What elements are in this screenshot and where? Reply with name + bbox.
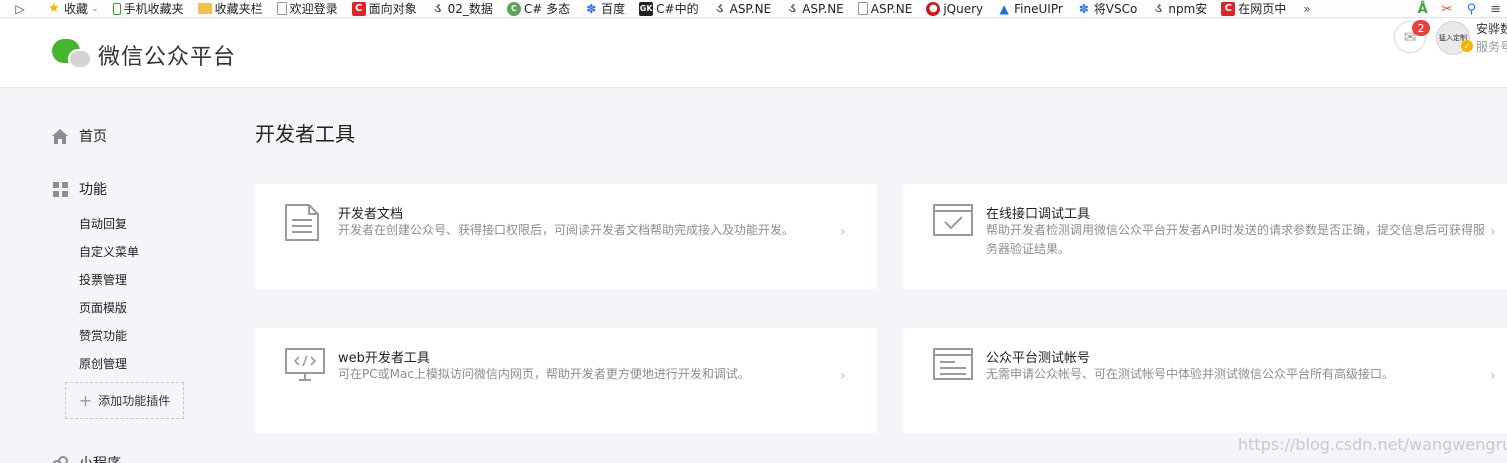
sidebar-subitem[interactable]: 投票管理 [79,271,127,288]
paw-icon: ✽ [586,1,597,16]
swirl-icon: ડ [716,1,724,16]
grid-icon [52,181,68,197]
bookmark-item[interactable]: ASP.NE [851,0,920,17]
swirl-icon: ડ [434,1,442,16]
card-description: 开发者在创建公众号、获得接口权限后，可阅读开发者文档帮助完成接入及功能开发。 [338,223,795,237]
bookmark-item[interactable]: 手机收藏夹 [106,0,191,17]
site-header: 微信公众平台 [0,19,1507,88]
card-description: 可在PC或Mac上模拟访问微信内网页，帮助开发者更方便地进行开发和调试。 [338,367,750,381]
page-icon [276,2,287,15]
swirl-icon: ડ [1154,1,1162,16]
card-title: 在线接口调试工具 [986,207,1091,222]
fine-icon: ▲ [999,1,1009,16]
account-type: 服务号 [1476,40,1507,54]
chevron-down-icon: ⌄ [91,3,99,14]
star-icon: ★ [48,1,60,16]
card-description: 无需申请公众帐号、可在测试帐号中体验并测试微信公众平台所有高级接口。 [986,367,1395,381]
sidebar-item-mini-program[interactable]: 小程序 [52,453,121,463]
card-title: 开发者文档 [338,207,404,222]
search-icon[interactable]: ⚲ [1467,2,1477,17]
page-icon [857,2,868,15]
card-api-debug[interactable]: 在线接口调试工具 帮助开发者检测调用微信公众平台开发者API时发送的请求参数是否… [903,184,1507,289]
bookmark-item[interactable]: GK C#中的 [632,0,705,17]
page-title: 开发者工具 [255,122,355,146]
card-developer-docs[interactable]: 开发者文档 开发者在创建公众号、获得接口权限后，可阅读开发者文档帮助完成接入及功… [255,184,877,289]
jquery-icon: ● [926,1,941,16]
code-monitor-icon [285,348,325,386]
watermark: https://blog.csdn.net/wangwengrui40 [1238,435,1507,454]
sidebar-item-home[interactable]: 首页 [52,126,107,146]
sidebar-item-label: 小程序 [79,453,121,463]
sidebar-subitem[interactable]: 原创管理 [79,355,127,372]
card-test-account[interactable]: 公众平台测试帐号 无需申请公众帐号、可在测试帐号中体验并测试微信公众平台所有高级… [903,328,1507,433]
bookmark-item[interactable]: ડ ASP.NE [706,0,779,17]
card-description: 帮助开发者检测调用微信公众平台开发者API时发送的请求参数是否正确，提交信息后可… [986,223,1485,256]
sidebar-subitem[interactable]: 赞赏功能 [79,327,127,344]
bookmark-item[interactable]: ★ 收藏 ⌄ [40,0,106,17]
sidebar-toggle-icon[interactable]: ▷ [0,2,40,16]
sidebar-subitem[interactable]: 自定义菜单 [79,243,139,260]
chevron-right-icon: › [840,368,846,384]
paw-icon: ✽ [1078,1,1089,16]
card-web-devtools[interactable]: web开发者工具 可在PC或Mac上模拟访问微信内网页，帮助开发者更方便地进行开… [255,328,877,433]
menu-icon[interactable]: ≡ [1490,2,1501,17]
card-title: web开发者工具 [338,351,430,366]
sidebar-subitem[interactable]: 页面模版 [79,299,127,316]
add-plugin-button[interactable]: + 添加功能插件 [65,382,184,419]
sidebar-item-label: 首页 [79,129,107,145]
logo-text: 微信公众平台 [98,45,237,70]
bookmark-item[interactable]: 欢迎登录 [270,0,345,17]
bookmark-item[interactable]: C 在网页中 [1214,0,1293,17]
bookmark-item[interactable]: C C# 多态 [500,0,577,17]
sidebar-item-label: 功能 [79,182,107,198]
folder-icon [197,3,212,14]
chevron-right-icon: › [1490,368,1496,384]
phone-icon [112,2,121,15]
green-icon: C [506,1,521,16]
browser-toolbar-right: Å ✂ ⚲ ≡ [1418,0,1507,17]
chevron-right-icon: › [1490,224,1496,240]
plus-icon: + [78,391,93,410]
verified-icon: ✓ [1461,40,1473,52]
bookmark-item[interactable]: ✽ 百度 [577,0,632,17]
bookmark-item[interactable]: C 面向对象 [345,0,424,17]
bookmarks-more-button[interactable]: » [1293,2,1320,16]
debug-window-icon [933,204,973,240]
bookmark-item[interactable]: ● jQuery [919,0,990,17]
bookmarks-bar: ▷ ★ 收藏 ⌄ 手机收藏夹 收藏夹栏 欢迎登录 C 面向对象 ડ 02_数据 C C# … [0,0,1507,18]
chevron-right-icon: › [840,224,846,240]
wechat-logo-icon [52,39,92,71]
bookmark-item[interactable]: ડ 02_数据 [424,0,500,17]
csdn-icon: C [351,1,366,16]
test-account-icon [933,348,973,384]
message-badge: 2 [1412,20,1430,36]
account-name[interactable]: 安骅数 [1476,20,1507,37]
card-title: 公众平台测试帐号 [986,351,1091,366]
bookmark-item[interactable]: ડ ASP.NE [778,0,851,17]
gk-icon: GK [639,1,654,16]
scissors-icon[interactable]: ✂ [1442,2,1453,17]
bookmark-item[interactable]: ડ npm安 [1144,0,1214,17]
sidebar-subitem[interactable]: 自动回复 [79,215,127,232]
bookmark-item[interactable]: ▲ FineUIPr [990,0,1070,17]
home-icon [52,128,68,144]
mini-program-icon [52,455,68,463]
sidebar: 首页 功能 自动回复 自定义菜单 投票管理 页面模版 赞赏功能 原创管理 + 添… [0,89,230,463]
swirl-icon: ડ [788,1,796,16]
bookmark-item[interactable]: ✽ 将VSCo [1070,0,1145,17]
sidebar-item-functions[interactable]: 功能 [52,179,107,199]
extension-icon[interactable]: Å [1418,2,1428,17]
logo[interactable]: 微信公众平台 [52,39,236,71]
bookmark-item[interactable]: 收藏夹栏 [191,0,270,17]
csdn-icon: C [1221,1,1236,16]
document-icon [285,204,319,245]
